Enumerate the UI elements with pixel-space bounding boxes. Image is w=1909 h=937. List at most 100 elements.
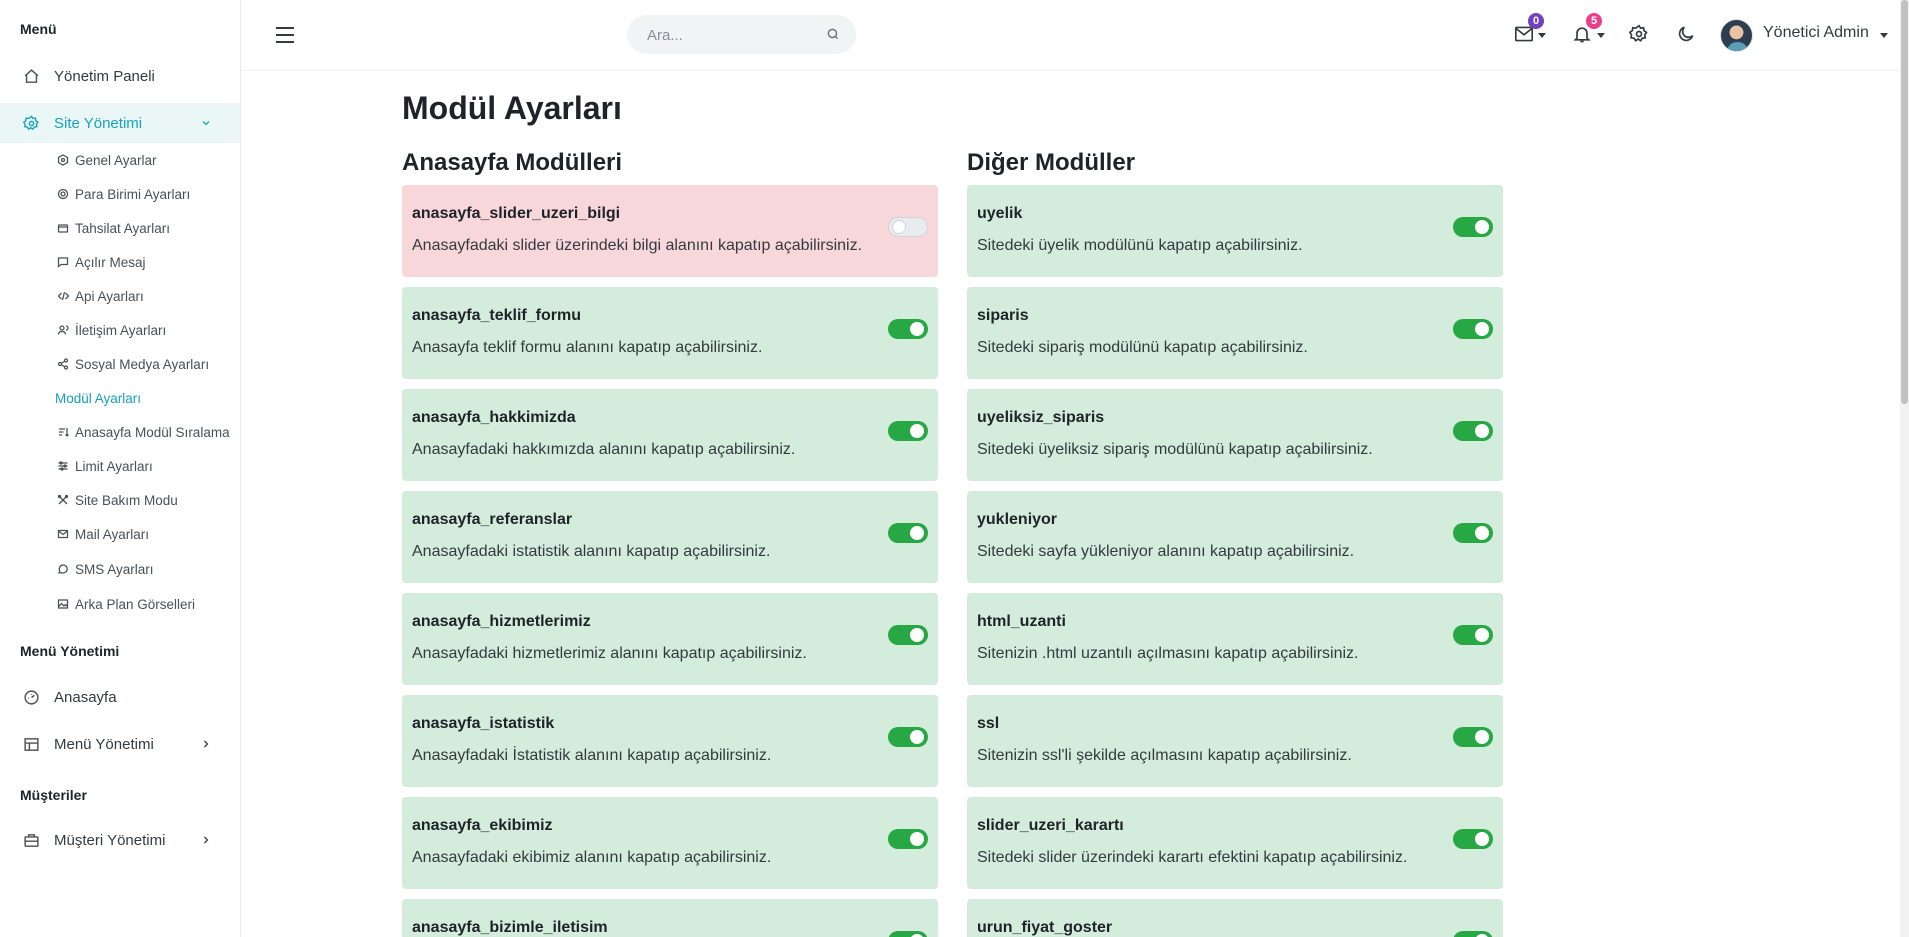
sidebar-subitem-anasayfa-modul-siralama[interactable]: Anasayfa Modül Sıralama bbox=[56, 422, 230, 442]
settings-button[interactable] bbox=[1627, 23, 1651, 49]
module-key: uyeliksiz_siparis bbox=[977, 409, 1105, 426]
avatar[interactable] bbox=[1720, 19, 1753, 52]
sidebar-item-label: Site Yönetimi bbox=[54, 114, 143, 132]
module-key: anasayfa_hakkimizda bbox=[412, 409, 576, 426]
module-toggle[interactable] bbox=[1453, 421, 1493, 441]
chevron-down-icon[interactable] bbox=[1880, 33, 1888, 38]
sidebar-subitem-label: Site Bakım Modu bbox=[75, 492, 178, 508]
messages-button[interactable]: 0 bbox=[1512, 13, 1544, 48]
sidebar-subitem-tahsilat[interactable]: Tahsilat Ayarları bbox=[56, 218, 170, 238]
home-icon bbox=[22, 67, 40, 85]
sidebar-subitem-para-birimi[interactable]: Para Birimi Ayarları bbox=[56, 184, 190, 204]
module-toggle[interactable] bbox=[1453, 931, 1493, 937]
menu-toggle-icon[interactable] bbox=[274, 24, 296, 46]
mail-icon bbox=[56, 527, 70, 541]
sidebar-item-dashboard[interactable]: Yönetim Paneli bbox=[0, 56, 240, 96]
module-toggle[interactable] bbox=[888, 727, 928, 747]
module-toggle[interactable] bbox=[1453, 523, 1493, 543]
toggle-knob bbox=[910, 730, 924, 744]
sidebar-item-homepage[interactable]: Anasayfa bbox=[0, 677, 240, 717]
module-description: Sitedeki sipariş modülünü kapatıp açabil… bbox=[977, 339, 1308, 356]
sidebar-subitem-sms[interactable]: SMS Ayarları bbox=[56, 559, 154, 579]
module-toggle[interactable] bbox=[888, 217, 928, 237]
sidebar-item-label: Anasayfa bbox=[54, 688, 117, 706]
module-description: Sitenizin .html uzantılı açılmasını kapa… bbox=[977, 645, 1359, 662]
share-icon bbox=[56, 357, 70, 371]
module-toggle[interactable] bbox=[1453, 319, 1493, 339]
sidebar-item-site-management[interactable]: Site Yönetimi bbox=[0, 103, 240, 143]
module-toggle[interactable] bbox=[888, 319, 928, 339]
sidebar-subitem-modul-ayarlari[interactable]: Modül Ayarları bbox=[55, 388, 141, 408]
settings-icon bbox=[22, 114, 40, 132]
module-description: Sitedeki üyelik modülünü kapatıp açabili… bbox=[977, 237, 1303, 254]
module-key: uyelik bbox=[977, 205, 1023, 222]
module-toggle[interactable] bbox=[1453, 625, 1493, 645]
module-toggle[interactable] bbox=[1453, 829, 1493, 849]
module-card: anasayfa_ekibimiz Anasayfadaki ekibimiz … bbox=[402, 797, 938, 889]
sidebar-subitem-label: Anasayfa Modül Sıralama bbox=[75, 424, 230, 440]
sidebar-item-label: Müşteri Yönetimi bbox=[54, 831, 166, 849]
notifications-button[interactable]: 5 bbox=[1570, 13, 1602, 48]
module-description: Anasayfadaki İstatistik alanını kapatıp … bbox=[412, 747, 772, 764]
sidebar-subitem-limit[interactable]: Limit Ayarları bbox=[56, 456, 153, 476]
currency-icon bbox=[56, 187, 70, 201]
toggle-knob bbox=[1475, 730, 1489, 744]
toggle-knob bbox=[892, 220, 906, 234]
sidebar-subitem-iletisim[interactable]: İletişim Ayarları bbox=[56, 320, 166, 340]
module-card: anasayfa_slider_uzeri_bilgi Anasayfadaki… bbox=[402, 185, 938, 277]
module-key: anasayfa_bizimle_iletisim bbox=[412, 919, 608, 936]
scrollbar-thumb[interactable] bbox=[1901, 0, 1908, 404]
module-key: ssl bbox=[977, 715, 1000, 732]
sidebar-subitem-arka-plan[interactable]: Arka Plan Görselleri bbox=[56, 594, 195, 614]
page-title: Modül Ayarları bbox=[402, 90, 622, 126]
sidebar-subitem-label: İletişim Ayarları bbox=[75, 322, 167, 338]
module-card: anasayfa_hizmetlerimiz Anasayfadaki hizm… bbox=[402, 593, 938, 685]
module-card: anasayfa_bizimle_iletisim bbox=[402, 899, 938, 937]
module-key: anasayfa_ekibimiz bbox=[412, 817, 553, 834]
module-toggle[interactable] bbox=[888, 523, 928, 543]
sidebar-subitem-genel-ayarlar[interactable]: Genel Ayarlar bbox=[56, 150, 157, 170]
users-icon bbox=[56, 323, 70, 337]
module-card: anasayfa_hakkimizda Anasayfadaki hakkımı… bbox=[402, 389, 938, 481]
module-toggle[interactable] bbox=[1453, 217, 1493, 237]
theme-toggle-button[interactable] bbox=[1674, 24, 1698, 48]
moon-icon bbox=[1676, 24, 1696, 49]
sidebar-subitem-label: Limit Ayarları bbox=[75, 458, 153, 474]
sidebar-item-customer-management[interactable]: Müşteri Yönetimi bbox=[0, 820, 240, 860]
sidebar-subitem-sosyal-medya[interactable]: Sosyal Medya Ayarları bbox=[56, 354, 209, 374]
module-toggle[interactable] bbox=[1453, 727, 1493, 747]
left-column-title: Anasayfa Modülleri bbox=[402, 149, 623, 176]
module-description: Anasayfadaki istatistik alanını kapatıp … bbox=[412, 543, 771, 560]
sidebar-subitem-mail[interactable]: Mail Ayarları bbox=[56, 524, 149, 544]
sidebar-subitem-label: Para Birimi Ayarları bbox=[75, 186, 191, 202]
module-description: Anasayfadaki slider üzerindeki bilgi ala… bbox=[412, 237, 863, 254]
sidebar-subitem-label: Modül Ayarları bbox=[55, 390, 142, 406]
module-card: slider_uzeri_karartı Sitedeki slider üze… bbox=[967, 797, 1503, 889]
sidebar-subitem-api[interactable]: Api Ayarları bbox=[56, 286, 144, 306]
sidebar-subitem-acilir-mesaj[interactable]: Açılır Mesaj bbox=[56, 252, 146, 272]
gear-icon bbox=[1628, 23, 1649, 49]
sidebar-subitem-label: Api Ayarları bbox=[75, 288, 144, 304]
module-toggle[interactable] bbox=[888, 931, 928, 937]
sidebar-item-menu-management[interactable]: Menü Yönetimi bbox=[0, 724, 240, 764]
module-toggle[interactable] bbox=[888, 625, 928, 645]
top-header bbox=[241, 0, 1909, 71]
module-description: Sitedeki slider üzerindeki karartı efekt… bbox=[977, 849, 1408, 866]
sidebar-section-customers: Müşteriler bbox=[20, 787, 87, 803]
chat-icon bbox=[56, 562, 70, 576]
chevron-down-icon bbox=[1538, 33, 1546, 38]
chevron-down-icon bbox=[1597, 33, 1605, 38]
user-name[interactable]: Yönetici Admin bbox=[1763, 24, 1869, 42]
toggle-knob bbox=[1475, 526, 1489, 540]
code-icon bbox=[56, 289, 70, 303]
sidebar-subitem-label: Sosyal Medya Ayarları bbox=[75, 356, 210, 372]
module-key: html_uzanti bbox=[977, 613, 1066, 630]
search-input[interactable] bbox=[647, 25, 817, 45]
page-scrollbar[interactable] bbox=[1900, 0, 1909, 937]
sidebar-subitem-bakim-modu[interactable]: Site Bakım Modu bbox=[56, 490, 178, 510]
notifications-badge: 5 bbox=[1586, 13, 1602, 29]
module-toggle[interactable] bbox=[888, 829, 928, 849]
module-toggle[interactable] bbox=[888, 421, 928, 441]
module-description: Anasayfadaki hakkımızda alanını kapatıp … bbox=[412, 441, 796, 458]
search-icon[interactable] bbox=[826, 27, 842, 43]
